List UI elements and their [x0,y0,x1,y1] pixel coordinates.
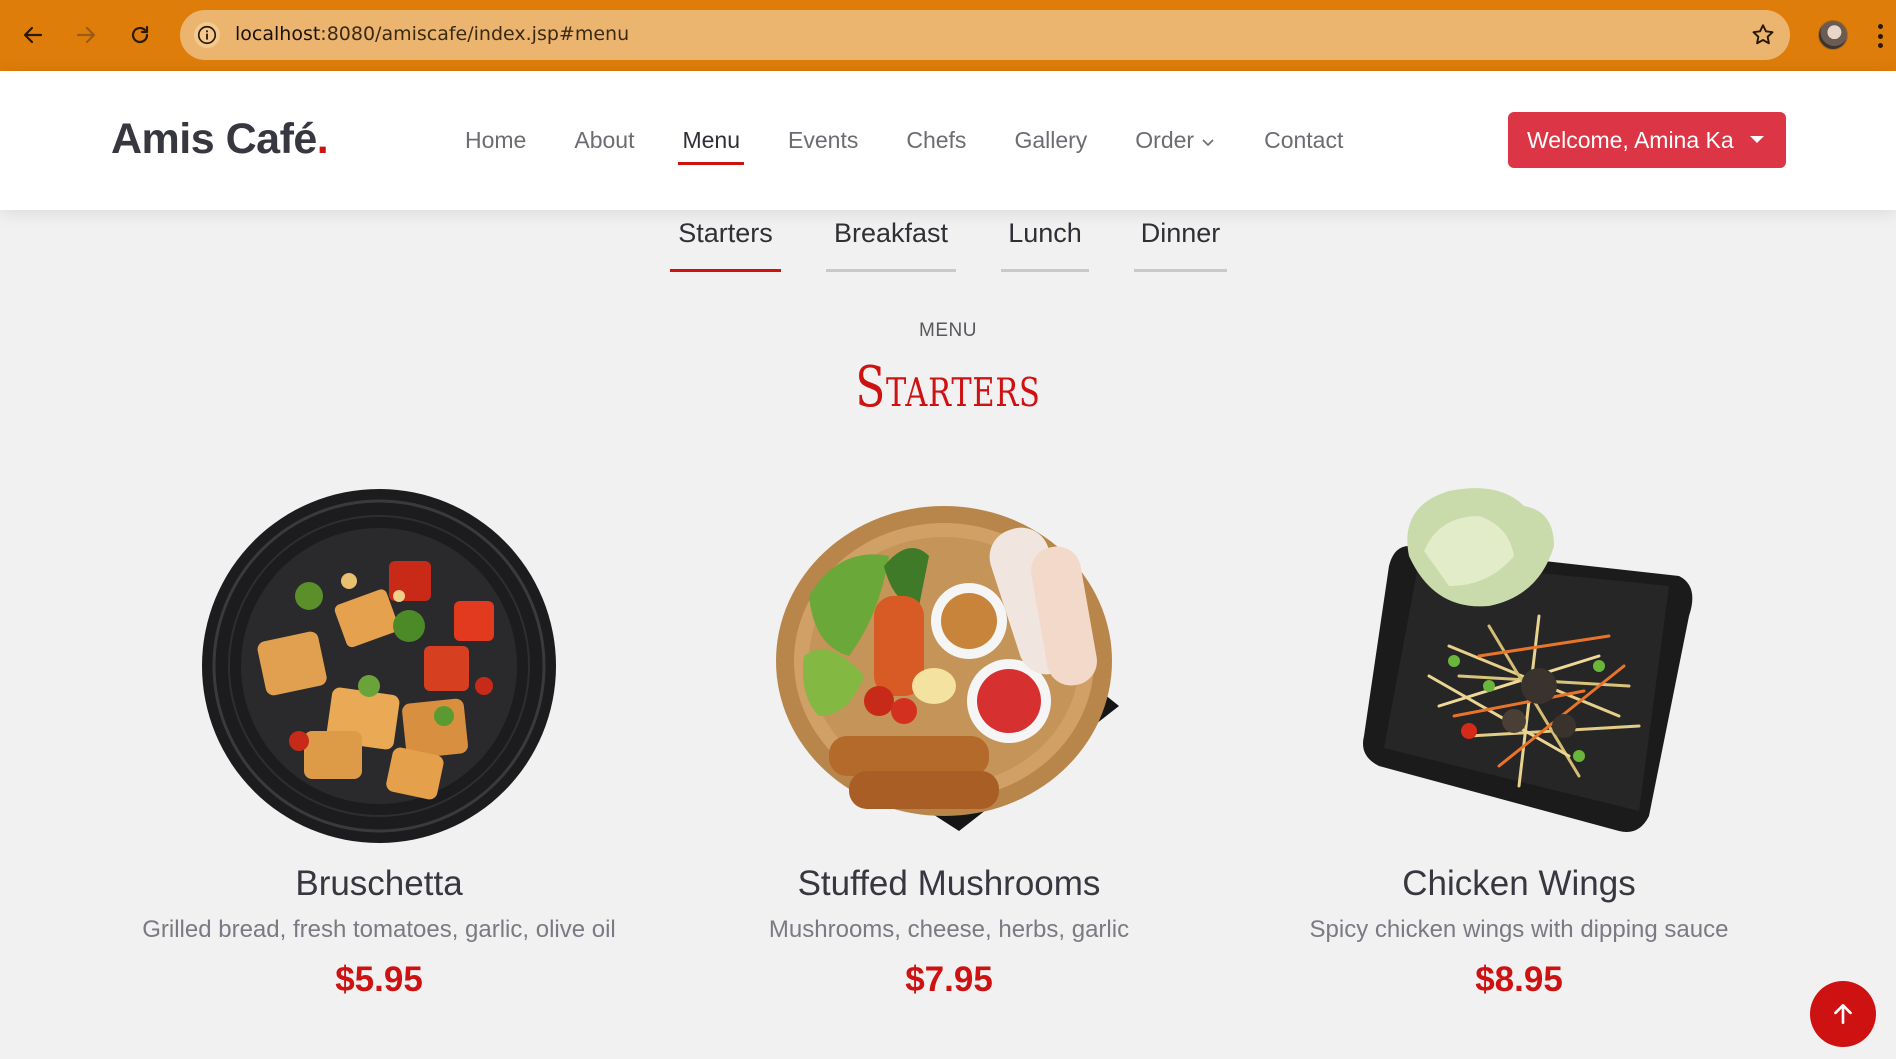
reload-button[interactable] [123,18,157,52]
item-name: Chicken Wings [1402,864,1636,903]
menu-item: Bruschetta Grilled bread, fresh tomatoes… [89,486,669,1000]
caret-down-icon [1750,136,1764,143]
tab-breakfast[interactable]: Breakfast [826,218,956,272]
site-info-icon[interactable] [194,22,220,48]
item-price: $7.95 [905,960,993,999]
menu-item: Stuffed Mushrooms Mushrooms, cheese, her… [659,486,1239,1000]
arrow-up-icon [1834,1004,1852,1024]
url-host: localhost [235,23,321,45]
browser-menu-icon[interactable] [1878,24,1884,48]
arrow-left-icon [23,26,43,44]
nav-events[interactable]: Events [788,127,858,154]
site-header: Amis Café. Home About Menu Events Chefs … [0,71,1896,210]
arrow-right-icon [76,26,96,44]
main-nav: Home About Menu Events Chefs Gallery Ord… [465,127,1391,165]
nav-gallery[interactable]: Gallery [1014,127,1087,154]
forward-button[interactable] [69,18,103,52]
dish-image-spring-rolls[interactable] [769,486,1129,846]
profile-avatar[interactable] [1818,20,1848,50]
dish-image-tofu[interactable] [199,486,559,846]
site-logo[interactable]: Amis Café. [111,115,329,164]
item-ingredients: Grilled bread, fresh tomatoes, garlic, o… [142,916,616,943]
logo-dot: . [316,115,329,163]
item-ingredients: Mushrooms, cheese, herbs, garlic [768,916,1130,943]
item-price: $8.95 [1475,960,1563,999]
scroll-to-top-button[interactable] [1810,981,1876,1047]
dish-image-papaya-salad[interactable] [1339,486,1699,846]
welcome-label: Welcome, Amina Ka [1527,126,1734,153]
chevron-down-icon [1202,139,1214,147]
tab-starters[interactable]: Starters [670,218,781,272]
nav-order-label: Order [1135,127,1195,153]
tab-lunch[interactable]: Lunch [1001,218,1089,272]
url-text[interactable]: localhost:8080/amiscafe/index.jsp#menu [235,23,629,45]
url-path: :8080/amiscafe/index.jsp#menu [320,23,630,45]
tab-dinner[interactable]: Dinner [1134,218,1227,272]
welcome-user-dropdown[interactable]: Welcome, Amina Ka [1508,112,1786,168]
section-title: Starters [855,355,1041,420]
browser-toolbar: localhost:8080/amiscafe/index.jsp#menu [0,0,1896,71]
nav-order[interactable]: Order [1135,127,1216,154]
bookmark-star-icon[interactable] [1750,22,1776,48]
nav-home[interactable]: Home [465,127,526,154]
item-name: Stuffed Mushrooms [797,864,1101,903]
section-subtitle: MENU [919,320,977,341]
menu-tabs: Starters Breakfast Lunch Dinner [0,218,1896,272]
logo-text: Amis Café [111,115,317,163]
nav-about[interactable]: About [574,127,634,154]
nav-chefs[interactable]: Chefs [906,127,966,154]
reload-icon [131,25,149,44]
nav-menu[interactable]: Menu [678,127,744,165]
menu-item: Chicken Wings Spicy chicken wings with d… [1229,486,1809,1000]
item-ingredients: Spicy chicken wings with dipping sauce [1309,916,1729,943]
nav-contact[interactable]: Contact [1264,127,1343,154]
back-button[interactable] [16,18,50,52]
item-price: $5.95 [335,960,423,999]
address-bar[interactable]: localhost:8080/amiscafe/index.jsp#menu [180,10,1790,60]
item-name: Bruschetta [295,864,463,903]
